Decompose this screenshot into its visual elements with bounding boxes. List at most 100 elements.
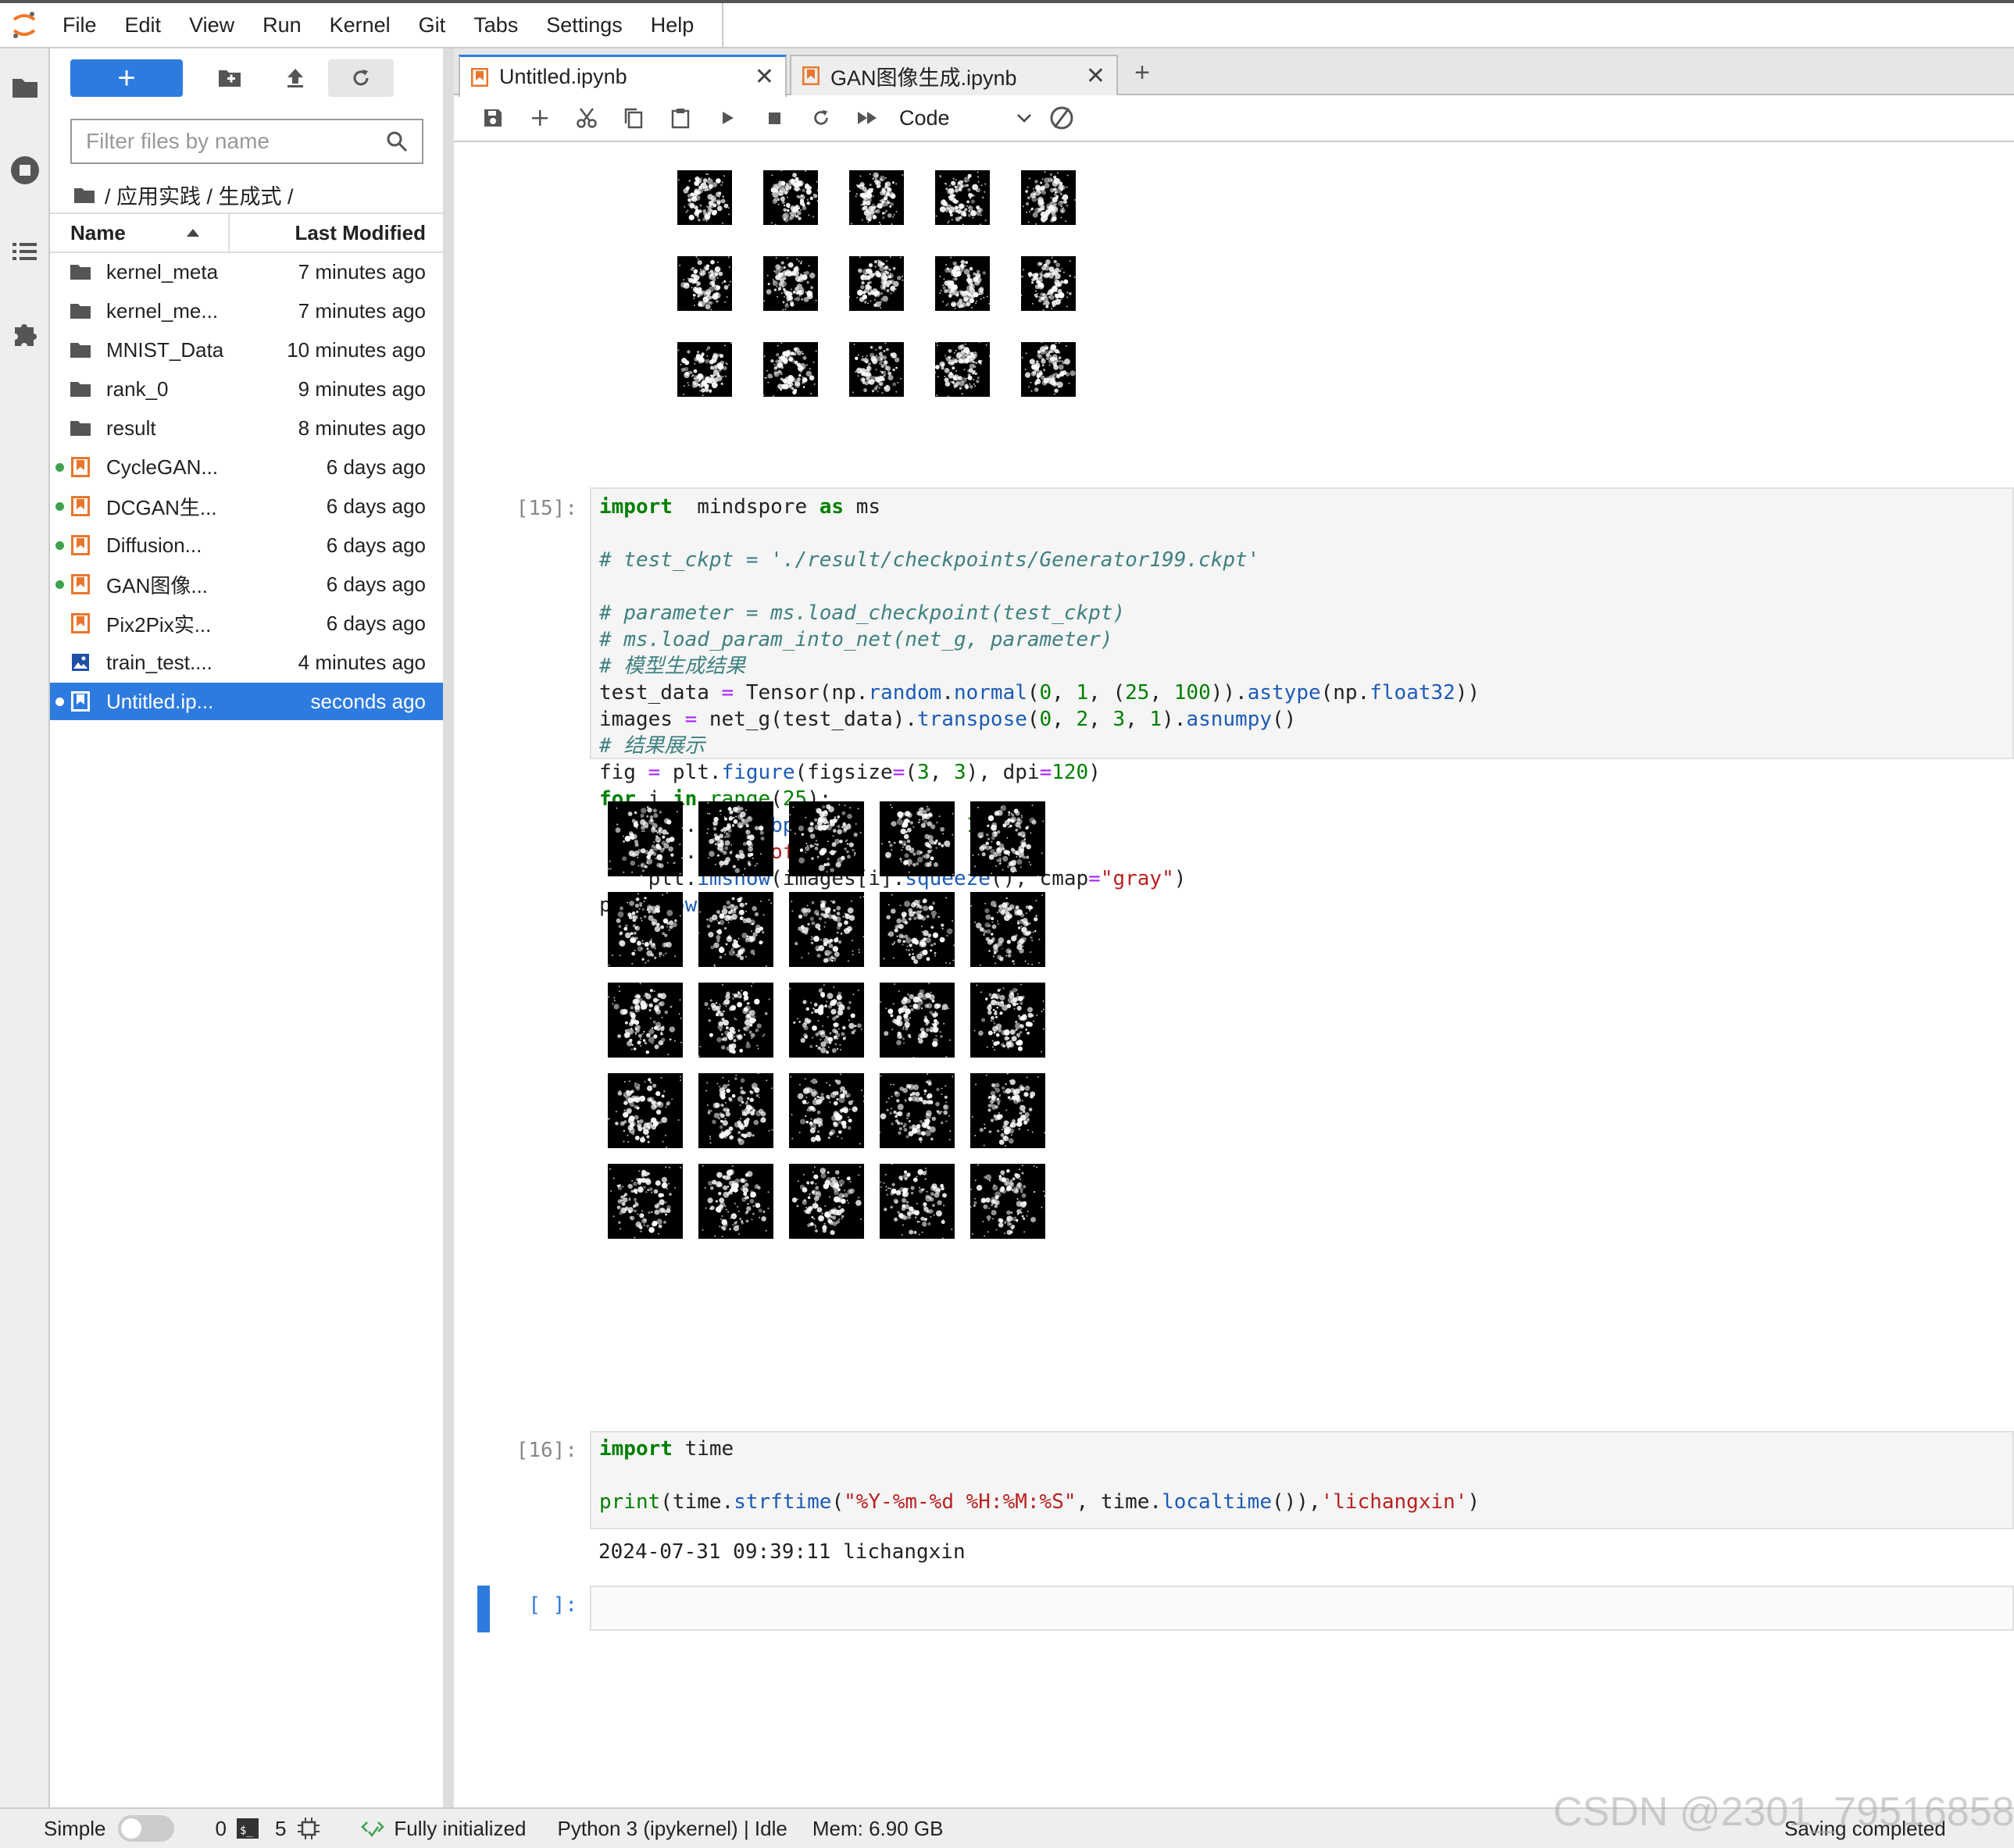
- tab-gan-ipynb[interactable]: GAN图像生成.ipynb ✕: [790, 55, 1118, 95]
- add-tab-button[interactable]: +: [1126, 56, 1159, 89]
- run-cell-button[interactable]: [704, 99, 751, 137]
- lsp-status[interactable]: Fully initialized: [361, 1816, 527, 1841]
- folder-icon[interactable]: [73, 186, 95, 205]
- kernel-status[interactable]: Python 3 (ipykernel) | Idle: [558, 1817, 787, 1841]
- menu-view[interactable]: View: [175, 3, 248, 47]
- generated-digit-image: [698, 801, 773, 876]
- file-list-item[interactable]: DCGAN生... 6 days ago: [50, 487, 443, 525]
- close-tab-icon[interactable]: ✕: [1086, 62, 1105, 90]
- generated-digit-image: [789, 1164, 864, 1239]
- file-last-modified: 7 minutes ago: [298, 298, 426, 323]
- generated-digit-image: [849, 256, 904, 311]
- breadcrumb: / 应用实践 / 生成式 /: [73, 180, 294, 210]
- panel-splitter[interactable]: [443, 48, 454, 1807]
- file-last-modified: 6 days ago: [326, 533, 426, 557]
- column-header-name[interactable]: Name: [50, 214, 230, 252]
- file-list-item[interactable]: CycleGAN... 6 days ago: [50, 448, 443, 486]
- menu-settings[interactable]: Settings: [532, 3, 637, 47]
- insert-cell-button[interactable]: [516, 99, 563, 137]
- file-last-modified: 6 days ago: [326, 611, 426, 635]
- terminals-count: 0: [215, 1816, 227, 1840]
- cell-type-select[interactable]: Code: [899, 106, 1032, 130]
- paste-button[interactable]: [657, 99, 704, 137]
- new-folder-icon: [219, 70, 241, 87]
- generated-digit-image: [677, 170, 732, 225]
- restart-kernel-button[interactable]: [798, 99, 845, 137]
- memory-usage: Mem: 6.90 GB: [812, 1816, 944, 1840]
- menu-git[interactable]: Git: [405, 3, 460, 47]
- simple-mode-toggle[interactable]: Simple: [44, 1815, 175, 1842]
- folder-icon: [69, 418, 92, 438]
- generated-digit-image: [789, 801, 864, 876]
- image-file-icon: [69, 652, 92, 672]
- column-name-label: Name: [70, 220, 126, 244]
- file-list-item[interactable]: kernel_me... 7 minutes ago: [50, 292, 443, 330]
- file-list-item[interactable]: kernel_meta 7 minutes ago: [50, 253, 443, 291]
- menu-help[interactable]: Help: [637, 3, 709, 47]
- menu-kernel[interactable]: Kernel: [316, 3, 405, 47]
- notebook-icon: [69, 691, 92, 712]
- code-check-icon: [361, 1821, 385, 1838]
- menu-file[interactable]: File: [48, 3, 111, 47]
- generated-digit-image: [1021, 256, 1076, 311]
- refresh-button[interactable]: [328, 59, 394, 97]
- file-list-item[interactable]: Untitled.ip... seconds ago: [50, 683, 443, 720]
- notebook-icon: [69, 457, 92, 477]
- new-folder-button[interactable]: [197, 59, 262, 97]
- code-editor[interactable]: import time print(time.strftime("%Y-%m-%d…: [591, 1432, 2012, 1515]
- filter-files-input[interactable]: Filter files by name: [70, 119, 423, 164]
- code-cell-input[interactable]: import mindspore as ms # test_ckpt = './r…: [590, 487, 2014, 917]
- activity-bar: [0, 48, 50, 1807]
- folder-icon[interactable]: [5, 67, 45, 108]
- breadcrumb-path[interactable]: / 应用实践 / 生成式 /: [105, 180, 294, 210]
- code-line: import time: [599, 1437, 734, 1461]
- tab-untitled-ipynb[interactable]: Untitled.ipynb ✕: [459, 55, 787, 97]
- code-cell-input[interactable]: import time print(time.strftime("%Y-%m-%d…: [590, 1431, 2014, 1529]
- restart-run-all-button[interactable]: [845, 99, 891, 137]
- kernels-indicator[interactable]: 5: [275, 1817, 320, 1841]
- csdn-watermark: CSDN @2301_79516858: [1553, 1789, 2014, 1835]
- file-list-item[interactable]: MNIST_Data 10 minutes ago: [50, 331, 443, 369]
- file-list-item[interactable]: GAN图像... 6 days ago: [50, 565, 443, 603]
- close-tab-icon[interactable]: ✕: [755, 63, 774, 91]
- kernel-chip-icon: [298, 1818, 320, 1839]
- menu-edit[interactable]: Edit: [111, 3, 176, 47]
- file-list-item[interactable]: rank_0 9 minutes ago: [50, 370, 443, 408]
- file-last-modified: 4 minutes ago: [298, 650, 426, 674]
- generated-digit-image: [1021, 342, 1076, 397]
- terminals-indicator[interactable]: 0 $_: [215, 1817, 259, 1841]
- file-list-item[interactable]: result 8 minutes ago: [50, 409, 443, 447]
- file-list-item[interactable]: Diffusion... 6 days ago: [50, 526, 443, 564]
- toggle-switch[interactable]: [118, 1815, 175, 1842]
- save-button[interactable]: [470, 99, 516, 137]
- cut-button[interactable]: [563, 99, 610, 137]
- kernel-status-indicator[interactable]: [1038, 99, 1085, 137]
- kernels-count: 5: [274, 1816, 287, 1840]
- column-header-last-modified[interactable]: Last Modified: [230, 221, 443, 245]
- notebook-icon: [471, 67, 488, 87]
- new-launcher-button[interactable]: +: [70, 59, 183, 97]
- notebook-cells: [15]: import mindspore as ms # test_ckpt …: [454, 144, 2014, 1807]
- menu-tabs[interactable]: Tabs: [459, 3, 532, 47]
- interrupt-kernel-button[interactable]: [751, 99, 798, 137]
- menu-run[interactable]: Run: [248, 3, 316, 47]
- stream-output: 2024-07-31 09:39:11 lichangxin: [598, 1540, 966, 1564]
- main-menu: File Edit View Run Kernel Git Tabs Settings Help: [48, 3, 724, 47]
- file-last-modified: 7 minutes ago: [298, 259, 426, 284]
- file-list-item[interactable]: train_test.... 4 minutes ago: [50, 644, 443, 681]
- upload-button[interactable]: [262, 59, 328, 97]
- table-of-contents-icon[interactable]: [5, 231, 45, 272]
- file-list-item[interactable]: Pix2Pix实... 6 days ago: [50, 605, 443, 642]
- generated-digit-image: [970, 892, 1045, 967]
- code-line: # 结果展示: [599, 734, 705, 758]
- copy-button[interactable]: [610, 99, 657, 137]
- extensions-puzzle-icon[interactable]: [5, 314, 45, 355]
- empty-code-cell[interactable]: [590, 1586, 2014, 1631]
- generated-digit-image: [698, 1073, 773, 1148]
- refresh-icon: [353, 70, 369, 86]
- running-sessions-icon[interactable]: [5, 150, 45, 191]
- running-indicator: [50, 540, 69, 550]
- lsp-status-label: Fully initialized: [394, 1816, 527, 1840]
- play-icon: [723, 112, 734, 124]
- menu-bar: File Edit View Run Kernel Git Tabs Settings Help: [0, 0, 2014, 48]
